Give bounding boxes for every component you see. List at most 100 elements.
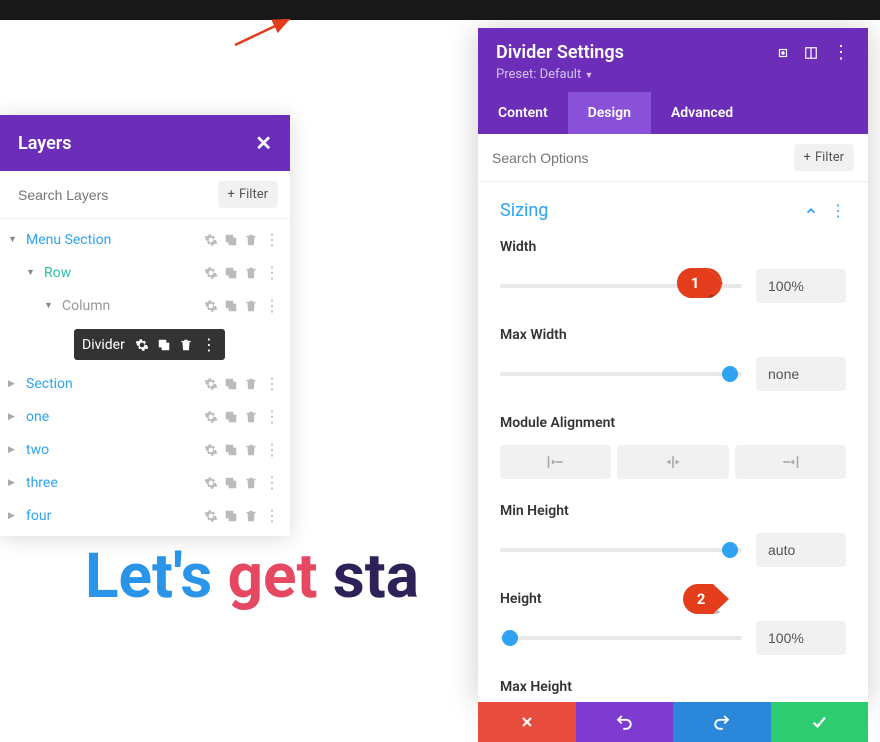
expand-icon[interactable] [776,46,790,60]
chevron-down-icon[interactable]: ▼ [8,234,20,245]
layer-item-divider[interactable]: Divider ⋮ [0,322,290,367]
gear-icon[interactable] [135,338,149,352]
max-width-slider[interactable] [500,372,742,376]
trash-icon[interactable] [244,509,258,523]
layer-item-column[interactable]: ▼ Column ⋮ [0,289,290,322]
filter-button[interactable]: + Filter [794,144,854,171]
more-icon[interactable]: ⋮ [264,473,280,492]
trash-icon[interactable] [244,410,258,424]
layer-label[interactable]: two [26,442,204,458]
more-icon[interactable]: ⋮ [264,263,280,282]
layer-item-section[interactable]: ▶ Section ⋮ [0,367,290,400]
duplicate-icon[interactable] [224,410,238,424]
trash-icon[interactable] [244,266,258,280]
layer-label[interactable]: four [26,508,204,524]
gear-icon[interactable] [204,266,218,280]
more-icon[interactable]: ⋮ [264,296,280,315]
cancel-button[interactable] [478,702,576,742]
more-icon[interactable]: ⋮ [832,42,850,63]
redo-button[interactable] [673,702,771,742]
layer-item-two[interactable]: ▶ two ⋮ [0,433,290,466]
duplicate-icon[interactable] [224,509,238,523]
chevron-down-icon[interactable]: ▼ [44,300,56,311]
duplicate-icon[interactable] [224,443,238,457]
chevron-right-icon[interactable]: ▶ [8,511,20,521]
trash-icon[interactable] [244,377,258,391]
gear-icon[interactable] [204,377,218,391]
layer-actions: ⋮ [204,296,280,315]
trash-icon[interactable] [244,476,258,490]
align-center-button[interactable] [617,445,728,479]
align-right-button[interactable] [735,445,846,479]
min-height-value-input[interactable] [756,533,846,567]
layer-actions: ⋮ [204,263,280,282]
duplicate-icon[interactable] [224,476,238,490]
duplicate-icon[interactable] [157,338,171,352]
gear-icon[interactable] [204,233,218,247]
gear-icon[interactable] [204,299,218,313]
duplicate-icon[interactable] [224,266,238,280]
trash-icon[interactable] [179,338,193,352]
more-icon[interactable]: ⋮ [264,506,280,525]
divider-selected-pill[interactable]: Divider ⋮ [74,329,225,360]
more-icon[interactable]: ⋮ [264,407,280,426]
align-left-button[interactable] [500,445,611,479]
tab-advanced[interactable]: Advanced [651,92,753,134]
layer-label[interactable]: one [26,409,204,425]
height-value-input[interactable] [756,621,846,655]
gear-icon[interactable] [204,443,218,457]
trash-icon[interactable] [244,443,258,457]
layer-item-three[interactable]: ▶ three ⋮ [0,466,290,499]
trash-icon[interactable] [244,233,258,247]
chevron-right-icon[interactable]: ▶ [8,412,20,422]
annotation-arrow [230,15,300,50]
width-value-input[interactable] [756,269,846,303]
layer-label[interactable]: Row [44,265,204,281]
chevron-up-icon[interactable] [804,204,818,218]
chevron-down-icon[interactable]: ▼ [26,267,38,278]
gear-icon[interactable] [204,410,218,424]
field-min-height: Min Height [500,503,846,567]
height-slider[interactable] [500,636,742,640]
more-icon[interactable]: ⋮ [264,374,280,393]
callout-badge-2: 2 [683,584,729,614]
layer-label[interactable]: three [26,475,204,491]
more-icon[interactable]: ⋮ [264,230,280,249]
gear-icon[interactable] [204,509,218,523]
duplicate-icon[interactable] [224,299,238,313]
max-width-value-input[interactable] [756,357,846,391]
settings-title: Divider Settings [496,42,624,63]
duplicate-icon[interactable] [224,233,238,247]
search-layers-input[interactable] [18,187,218,203]
layer-label[interactable]: Column [62,298,204,314]
confirm-button[interactable] [771,702,869,742]
more-icon[interactable]: ⋮ [264,440,280,459]
chevron-right-icon[interactable]: ▶ [8,445,20,455]
preset-selector[interactable]: Preset: Default ▼ [496,67,850,92]
layer-item-one[interactable]: ▶ one ⋮ [0,400,290,433]
action-bar [478,702,868,742]
trash-icon[interactable] [244,299,258,313]
search-options-input[interactable] [492,150,794,166]
columns-icon[interactable] [804,46,818,60]
more-icon[interactable]: ⋮ [830,201,846,220]
field-label: Min Height [500,503,846,519]
layer-item-row[interactable]: ▼ Row ⋮ [0,256,290,289]
undo-button[interactable] [576,702,674,742]
duplicate-icon[interactable] [224,377,238,391]
filter-button[interactable]: + Filter [218,181,278,208]
section-title[interactable]: Sizing [500,200,548,221]
more-icon[interactable]: ⋮ [201,335,217,354]
tab-content[interactable]: Content [478,92,568,134]
chevron-right-icon[interactable]: ▶ [8,478,20,488]
gear-icon[interactable] [204,476,218,490]
layer-item-menu-section[interactable]: ▼ Menu Section ⋮ [0,223,290,256]
tab-design[interactable]: Design [568,92,651,134]
layer-label[interactable]: Section [26,376,204,392]
layers-search-row: + Filter [0,171,290,219]
layer-item-four[interactable]: ▶ four ⋮ [0,499,290,532]
close-icon[interactable]: ✕ [255,131,272,155]
layer-label[interactable]: Menu Section [26,232,204,248]
min-height-slider[interactable] [500,548,742,552]
chevron-right-icon[interactable]: ▶ [8,379,20,389]
